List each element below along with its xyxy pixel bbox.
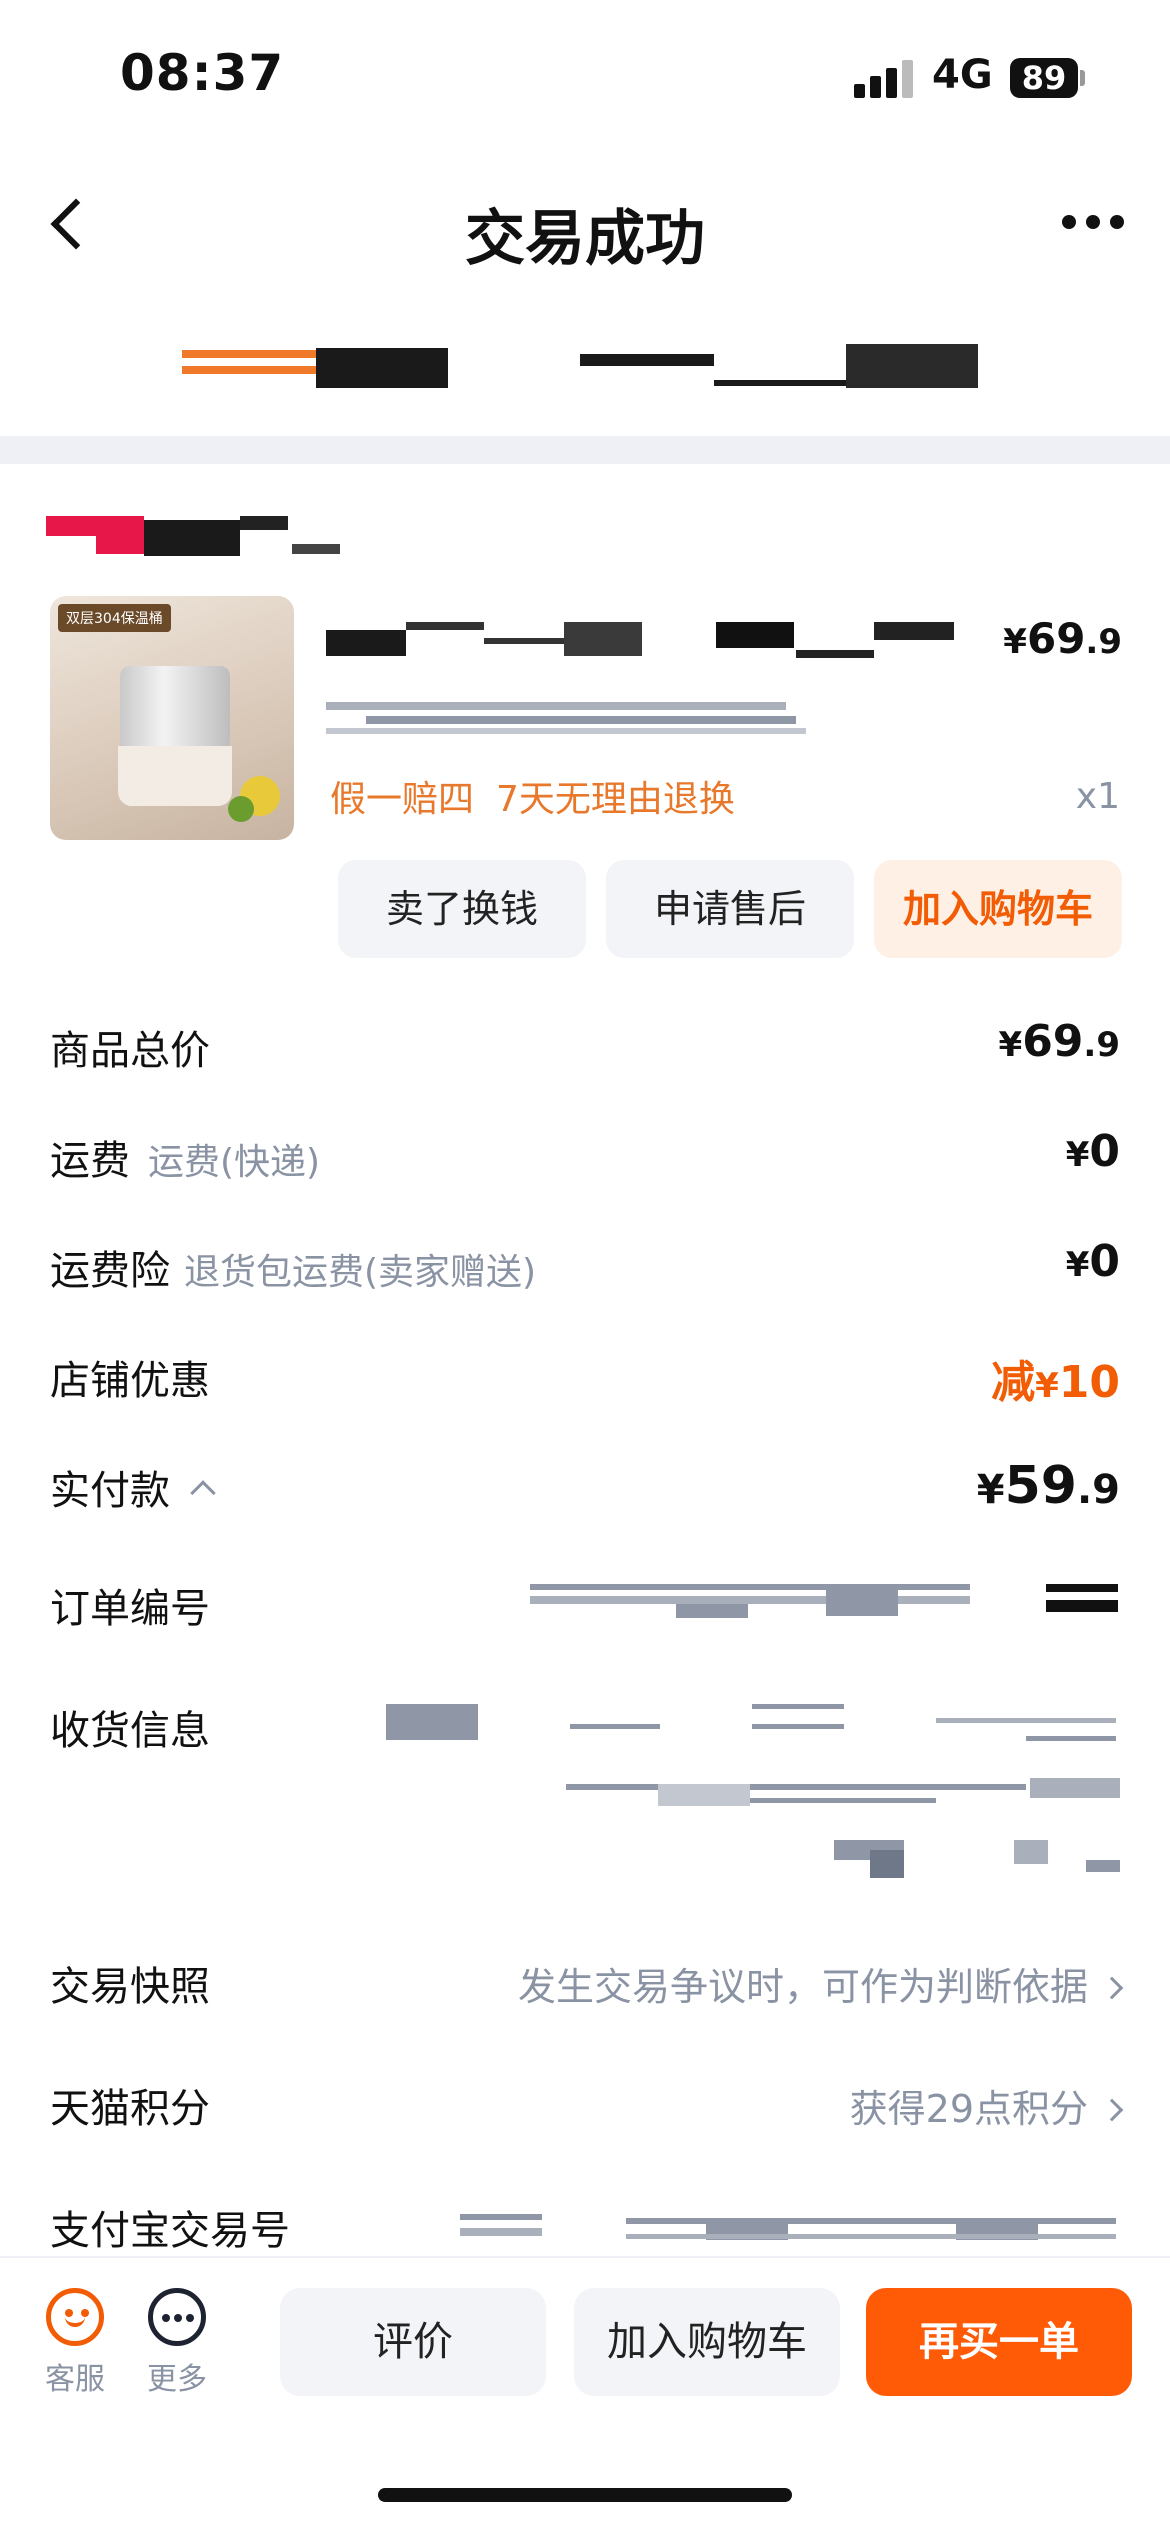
item-actions: 卖了换钱 申请售后 加入购物车 bbox=[0, 860, 1170, 958]
points-value: 获得29点积分 bbox=[849, 2087, 1088, 2131]
more-icon[interactable] bbox=[1058, 200, 1128, 240]
status-bar: 08:37 4G 89 bbox=[0, 0, 1170, 150]
freight-label: 运费 bbox=[50, 1138, 130, 1184]
redacted-product-title[interactable] bbox=[326, 618, 954, 658]
more-circle-icon bbox=[148, 2288, 206, 2346]
insurance-sub: 退货包运费(卖家赠送) bbox=[184, 1252, 537, 1293]
promise-fake-compensation: 假一赔四 bbox=[330, 779, 475, 820]
more-button[interactable]: 更多 bbox=[132, 2288, 222, 2408]
after-sale-button[interactable]: 申请售后 bbox=[606, 860, 854, 958]
paid-value: ¥59.9 bbox=[976, 1456, 1120, 1516]
row-total: 商品总价 ¥69.9 bbox=[50, 1008, 1120, 1078]
lime-shape bbox=[228, 796, 254, 822]
battery-tip bbox=[1080, 70, 1085, 86]
alipay-label: 支付宝交易号 bbox=[50, 2208, 290, 2254]
row-paid[interactable]: 实付款 ¥59.9 bbox=[50, 1448, 1120, 1518]
row-insurance: 运费险 退货包运费(卖家赠送) ¥0 bbox=[50, 1228, 1120, 1298]
customer-service-label: 客服 bbox=[45, 2362, 105, 2397]
order-no-label: 订单编号 bbox=[50, 1586, 210, 1632]
service-promises[interactable]: 假一赔四 7天无理由退换 bbox=[330, 770, 735, 822]
redacted-product-sku bbox=[326, 698, 806, 738]
product-image-tag: 双层304保温桶 bbox=[58, 604, 171, 632]
home-indicator bbox=[378, 2488, 792, 2502]
redacted-alipay-number[interactable] bbox=[460, 2210, 1120, 2246]
product-image[interactable]: 双层304保温桶 bbox=[50, 596, 294, 840]
product-quantity: x1 bbox=[1075, 776, 1120, 817]
redacted-shop-name[interactable] bbox=[46, 510, 446, 560]
address-label: 收货信息 bbox=[50, 1708, 210, 1754]
row-snapshot[interactable]: 交易快照 发生交易争议时，可作为判断依据 bbox=[50, 1944, 1124, 2014]
snapshot-label: 交易快照 bbox=[50, 1964, 210, 2010]
insurance-value: ¥0 bbox=[1065, 1236, 1120, 1287]
section-divider bbox=[0, 436, 1170, 464]
promise-7day-return: 7天无理由退换 bbox=[496, 779, 735, 820]
insurance-label: 运费险 bbox=[50, 1248, 170, 1294]
chevron-right-icon bbox=[1100, 1976, 1124, 2000]
snapshot-value: 发生交易争议时，可作为判断依据 bbox=[517, 1965, 1088, 2009]
points-label: 天猫积分 bbox=[50, 2086, 210, 2132]
review-button[interactable]: 评价 bbox=[280, 2288, 546, 2396]
status-time: 08:37 bbox=[120, 44, 285, 102]
row-freight: 运费 运费(快递) ¥0 bbox=[50, 1118, 1120, 1188]
network-type: 4G bbox=[932, 52, 993, 98]
redacted-progress bbox=[0, 330, 1170, 410]
signal-icon bbox=[854, 58, 916, 98]
rebuy-button[interactable]: 再买一单 bbox=[866, 2288, 1132, 2396]
product-price: ¥69.9 bbox=[1003, 614, 1122, 663]
nav-bar: 交易成功 bbox=[0, 160, 1170, 290]
discount-label: 店铺优惠 bbox=[50, 1358, 210, 1404]
chevron-right-icon bbox=[1100, 2098, 1124, 2122]
sell-button[interactable]: 卖了换钱 bbox=[338, 860, 586, 958]
bottom-add-to-cart-button[interactable]: 加入购物车 bbox=[574, 2288, 840, 2396]
page-title: 交易成功 bbox=[465, 204, 705, 274]
row-points[interactable]: 天猫积分 获得29点积分 bbox=[50, 2066, 1124, 2136]
add-to-cart-button[interactable]: 加入购物车 bbox=[874, 860, 1122, 958]
redacted-order-number[interactable] bbox=[530, 1584, 1120, 1624]
total-label: 商品总价 bbox=[50, 1028, 210, 1074]
pot-body-shape bbox=[118, 746, 232, 806]
redacted-address bbox=[380, 1700, 1120, 1880]
battery-icon: 89 bbox=[1010, 58, 1078, 98]
paid-label: 实付款 bbox=[50, 1468, 170, 1514]
customer-service-button[interactable]: 客服 bbox=[30, 2288, 120, 2408]
caret-up-icon[interactable] bbox=[190, 1480, 216, 1506]
customer-service-icon bbox=[46, 2288, 104, 2346]
row-discount: 店铺优惠 减¥10 bbox=[50, 1338, 1120, 1408]
more-label: 更多 bbox=[147, 2362, 207, 2397]
freight-sub: 运费(快递) bbox=[148, 1142, 321, 1183]
freight-value: ¥0 bbox=[1065, 1126, 1120, 1177]
discount-value: 减¥10 bbox=[991, 1357, 1120, 1408]
total-value: ¥69.9 bbox=[998, 1016, 1120, 1067]
